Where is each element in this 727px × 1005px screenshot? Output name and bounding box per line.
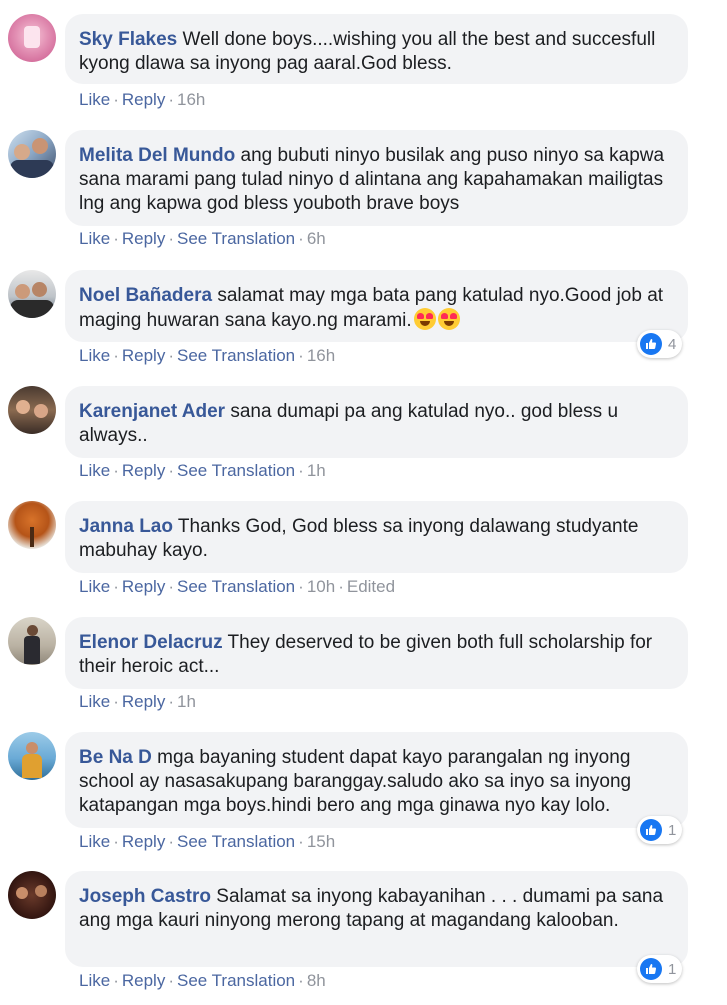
separator: ·	[113, 90, 119, 109]
reply-link[interactable]: Reply	[122, 971, 165, 990]
timestamp[interactable]: 6h	[307, 229, 326, 248]
comment-actions: Like · Reply · See Translation · 6h	[79, 229, 326, 249]
avatar[interactable]	[8, 14, 56, 62]
separator: ·	[298, 346, 304, 365]
like-link[interactable]: Like	[79, 832, 110, 851]
comment-author[interactable]: Be Na D	[79, 747, 152, 768]
like-link[interactable]: Like	[79, 90, 110, 109]
timestamp[interactable]: 16h	[177, 90, 205, 109]
reaction-count-badge[interactable]: 4	[637, 330, 683, 358]
comment-actions: Like · Reply · See Translation · 15h	[79, 832, 335, 852]
thumbs-up-icon	[640, 958, 662, 980]
see-translation-link[interactable]: See Translation	[177, 346, 295, 365]
reaction-count: 4	[668, 335, 677, 353]
see-translation-link[interactable]: See Translation	[177, 971, 295, 990]
comment-author[interactable]: Noel Bañadera	[79, 285, 212, 306]
separator: ·	[113, 229, 119, 248]
comment-actions: Like · Reply · See Translation · 1h	[79, 461, 326, 481]
reaction-count-badge[interactable]: 1	[637, 816, 683, 844]
reaction-count: 1	[668, 821, 677, 839]
reply-link[interactable]: Reply	[122, 832, 165, 851]
like-link[interactable]: Like	[79, 577, 110, 596]
comment-bubble: Melita Del Mundo ang bubuti ninyo busila…	[65, 130, 688, 226]
reaction-count-badge[interactable]: 1	[637, 955, 683, 983]
timestamp[interactable]: 10h	[307, 577, 335, 596]
comment-actions: Like · Reply · 1h	[79, 692, 196, 712]
comment-actions: Like · Reply · 16h	[79, 90, 205, 110]
heart-eyes-emoji-icon	[437, 308, 460, 330]
comment-actions: Like · Reply · See Translation · 8h	[79, 971, 326, 991]
separator: ·	[298, 832, 304, 851]
see-translation-link[interactable]: See Translation	[177, 229, 295, 248]
comment-bubble: Be Na D mga bayaning student dapat kayo …	[65, 732, 688, 828]
separator: ·	[113, 346, 119, 365]
comment-actions: Like · Reply · See Translation · 16h	[79, 346, 335, 366]
separator: ·	[168, 90, 174, 109]
like-link[interactable]: Like	[79, 692, 110, 711]
avatar[interactable]	[8, 732, 56, 780]
separator: ·	[168, 832, 174, 851]
reply-link[interactable]: Reply	[122, 346, 165, 365]
like-link[interactable]: Like	[79, 461, 110, 480]
reply-link[interactable]: Reply	[122, 90, 165, 109]
separator: ·	[338, 577, 344, 596]
comment-text: mga bayaning student dapat kayo parangal…	[79, 747, 632, 816]
comment-author[interactable]: Sky Flakes	[79, 29, 177, 50]
comment-author[interactable]: Karenjanet Ader	[79, 401, 225, 422]
timestamp[interactable]: 1h	[177, 692, 196, 711]
avatar[interactable]	[8, 871, 56, 919]
reply-link[interactable]: Reply	[122, 461, 165, 480]
edited-label[interactable]: Edited	[347, 577, 395, 596]
comment-bubble: Joseph Castro Salamat sa inyong kabayani…	[65, 871, 688, 967]
reaction-count: 1	[668, 960, 677, 978]
comment-bubble: Sky Flakes Well done boys....wishing you…	[65, 14, 688, 84]
separator: ·	[298, 461, 304, 480]
separator: ·	[168, 971, 174, 990]
comment-bubble: Karenjanet Ader sana dumapi pa ang katul…	[65, 386, 688, 458]
separator: ·	[298, 971, 304, 990]
separator: ·	[168, 346, 174, 365]
comment-bubble: Elenor Delacruz They deserved to be give…	[65, 617, 688, 689]
timestamp[interactable]: 16h	[307, 346, 335, 365]
avatar[interactable]	[8, 130, 56, 178]
avatar[interactable]	[8, 501, 56, 549]
like-link[interactable]: Like	[79, 971, 110, 990]
comment-actions: Like · Reply · See Translation · 10h · Edited	[79, 577, 395, 597]
separator: ·	[298, 229, 304, 248]
thumbs-up-icon	[640, 819, 662, 841]
avatar[interactable]	[8, 617, 56, 665]
see-translation-link[interactable]: See Translation	[177, 461, 295, 480]
comment-author[interactable]: Joseph Castro	[79, 886, 211, 907]
separator: ·	[298, 577, 304, 596]
separator: ·	[168, 229, 174, 248]
separator: ·	[113, 971, 119, 990]
reply-link[interactable]: Reply	[122, 229, 165, 248]
thumbs-up-icon	[640, 333, 662, 355]
see-translation-link[interactable]: See Translation	[177, 832, 295, 851]
reply-link[interactable]: Reply	[122, 577, 165, 596]
comment-bubble: Janna Lao Thanks God, God bless sa inyon…	[65, 501, 688, 573]
like-link[interactable]: Like	[79, 229, 110, 248]
heart-eyes-emoji-icon	[413, 308, 436, 330]
separator: ·	[113, 692, 119, 711]
timestamp[interactable]: 1h	[307, 461, 326, 480]
comment-author[interactable]: Janna Lao	[79, 516, 173, 537]
reply-link[interactable]: Reply	[122, 692, 165, 711]
like-link[interactable]: Like	[79, 346, 110, 365]
timestamp[interactable]: 15h	[307, 832, 335, 851]
separator: ·	[168, 692, 174, 711]
separator: ·	[168, 461, 174, 480]
separator: ·	[113, 461, 119, 480]
timestamp[interactable]: 8h	[307, 971, 326, 990]
comment-author[interactable]: Elenor Delacruz	[79, 632, 223, 653]
comment-bubble: Noel Bañadera salamat may mga bata pang …	[65, 270, 688, 342]
separator: ·	[113, 577, 119, 596]
comment-author[interactable]: Melita Del Mundo	[79, 145, 235, 166]
avatar[interactable]	[8, 270, 56, 318]
see-translation-link[interactable]: See Translation	[177, 577, 295, 596]
separator: ·	[113, 832, 119, 851]
avatar[interactable]	[8, 386, 56, 434]
separator: ·	[168, 577, 174, 596]
